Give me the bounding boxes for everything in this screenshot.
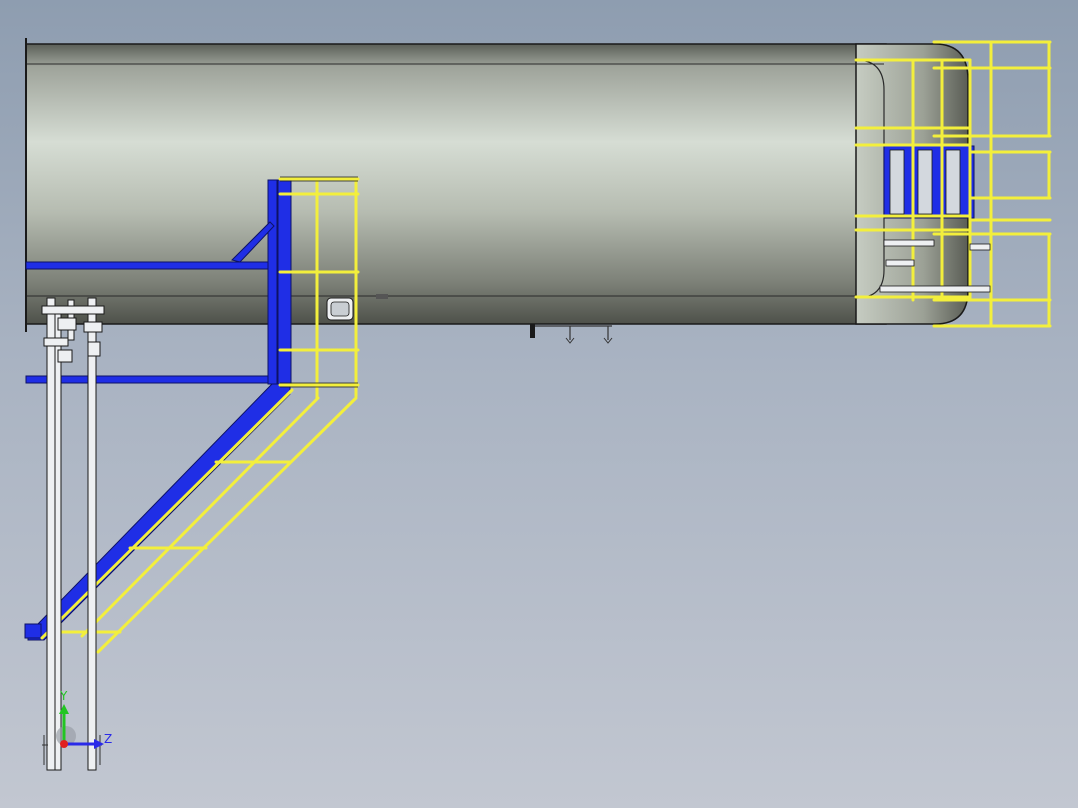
beam-lower[interactable]	[25, 375, 285, 384]
beam-upper[interactable]	[25, 261, 277, 270]
vessel-shell[interactable]	[25, 43, 887, 325]
stair-stringer[interactable]	[27, 383, 291, 641]
column-right[interactable]	[277, 179, 292, 387]
valve-3[interactable]	[57, 349, 73, 363]
valve-2[interactable]	[83, 321, 103, 333]
stair-base-plate[interactable]	[24, 623, 42, 639]
triad-z-label: Z	[104, 732, 112, 746]
saddle-marker	[376, 294, 388, 299]
drain-arrows	[565, 337, 613, 344]
stair-rail-inner[interactable]	[40, 388, 294, 640]
valve-4[interactable]	[87, 341, 101, 357]
vessel[interactable]	[25, 38, 969, 344]
orientation-triad[interactable]: Y Z	[56, 689, 112, 749]
triad-y-label: Y	[59, 689, 68, 703]
cad-viewport[interactable]: Y Z	[0, 0, 1078, 808]
stair-rail-mid[interactable]	[80, 396, 320, 638]
cad-model-drawing: Y Z	[24, 38, 1052, 771]
column-left[interactable]	[267, 179, 278, 385]
x-axis-dot-icon	[60, 740, 68, 748]
pipe-elbow-1[interactable]	[43, 337, 69, 347]
bottom-nozzle[interactable]	[530, 324, 535, 338]
manway-nozzle[interactable]	[326, 297, 354, 321]
pipe-1[interactable]	[46, 297, 56, 771]
z-arrow-icon	[94, 739, 104, 749]
pipe-3[interactable]	[87, 297, 97, 771]
vertical-piping[interactable]	[41, 297, 105, 771]
pipe-header[interactable]	[41, 305, 105, 315]
valve-1[interactable]	[57, 317, 77, 331]
ladder-rungs	[889, 149, 961, 215]
